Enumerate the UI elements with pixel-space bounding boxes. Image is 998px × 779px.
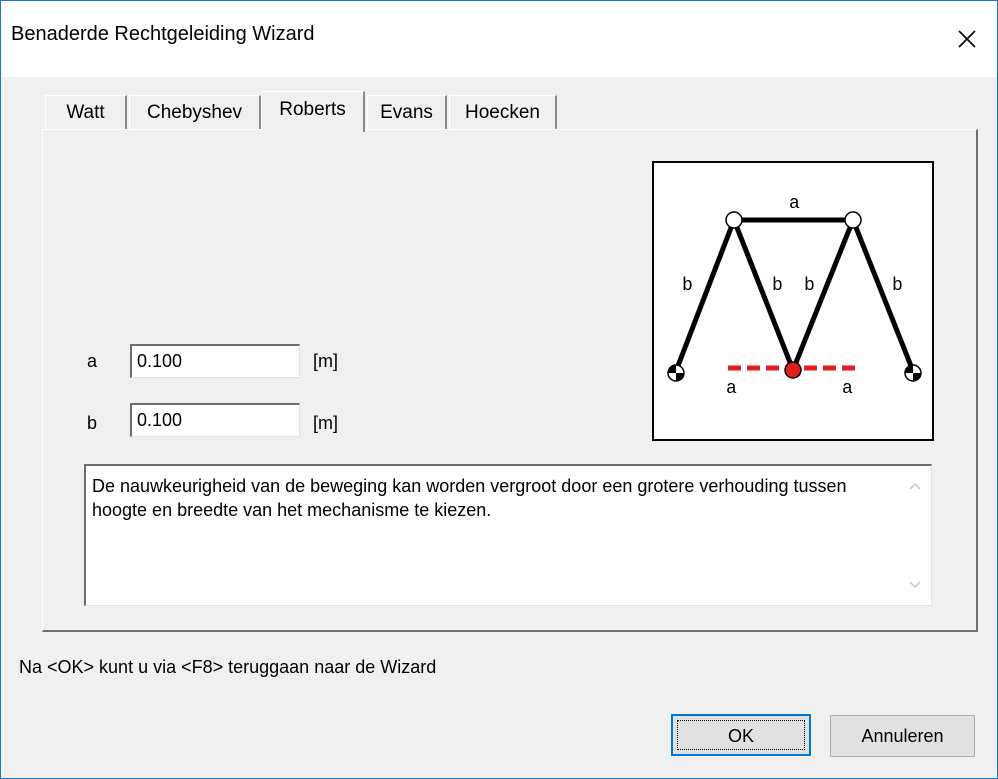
tab-evans[interactable]: Evans (367, 95, 447, 129)
tab-hoecken[interactable]: Hoecken (449, 95, 557, 129)
link-mid-left-b (731, 219, 796, 371)
param-b-input[interactable] (130, 403, 300, 437)
label-top-a: a (789, 194, 800, 214)
param-b-label: b (87, 413, 98, 433)
joint-top-left (725, 211, 743, 229)
cancel-button[interactable]: Annuleren (830, 715, 975, 757)
tab-chebyshev[interactable]: Chebyshev (129, 95, 261, 129)
close-icon (958, 30, 976, 48)
label-bottom-right-a: a (842, 379, 853, 399)
param-a-label: a (87, 351, 98, 371)
scroll-up-icon[interactable] (907, 478, 923, 494)
fixed-pivot-right-icon (904, 364, 922, 382)
description-text: De nauwkeurigheid van de beweging kan wo… (92, 476, 847, 520)
fixed-pivot-left-icon (667, 364, 685, 382)
tab-watt[interactable]: Watt (45, 95, 127, 129)
label-mid-right-b: b (804, 276, 815, 296)
ok-button[interactable]: OK (671, 714, 811, 756)
link-right-b (850, 219, 916, 372)
description-textbox[interactable]: De nauwkeurigheid van de beweging kan wo… (84, 464, 932, 606)
coupler-point (784, 361, 802, 379)
close-button[interactable] (937, 1, 997, 77)
param-a-input[interactable] (130, 344, 300, 378)
wizard-dialog: Benaderde Rechtgeleiding Wizard Watt Che… (0, 0, 998, 779)
cancel-button-label: Annuleren (861, 726, 944, 746)
joint-top-right (844, 211, 862, 229)
title-bar: Benaderde Rechtgeleiding Wizard (1, 1, 997, 77)
link-mid-right-b (790, 219, 856, 371)
label-bottom-left-a: a (726, 379, 737, 399)
f8-hint-text: Na <OK> kunt u via <F8> teruggaan naar d… (19, 657, 437, 677)
roberts-linkage-diagram: a b b b b a a (652, 161, 934, 441)
linkage-svg: a b b b b a a (667, 194, 922, 399)
label-right-b: b (892, 276, 903, 296)
scroll-down-icon[interactable] (907, 577, 923, 593)
label-mid-left-b: b (772, 276, 783, 296)
label-left-b: b (682, 276, 693, 296)
focus-rect (677, 720, 805, 750)
tab-roberts[interactable]: Roberts (261, 91, 365, 132)
param-a-unit: [m] (313, 351, 338, 371)
window-title: Benaderde Rechtgeleiding Wizard (11, 23, 315, 45)
param-b-unit: [m] (313, 413, 338, 433)
